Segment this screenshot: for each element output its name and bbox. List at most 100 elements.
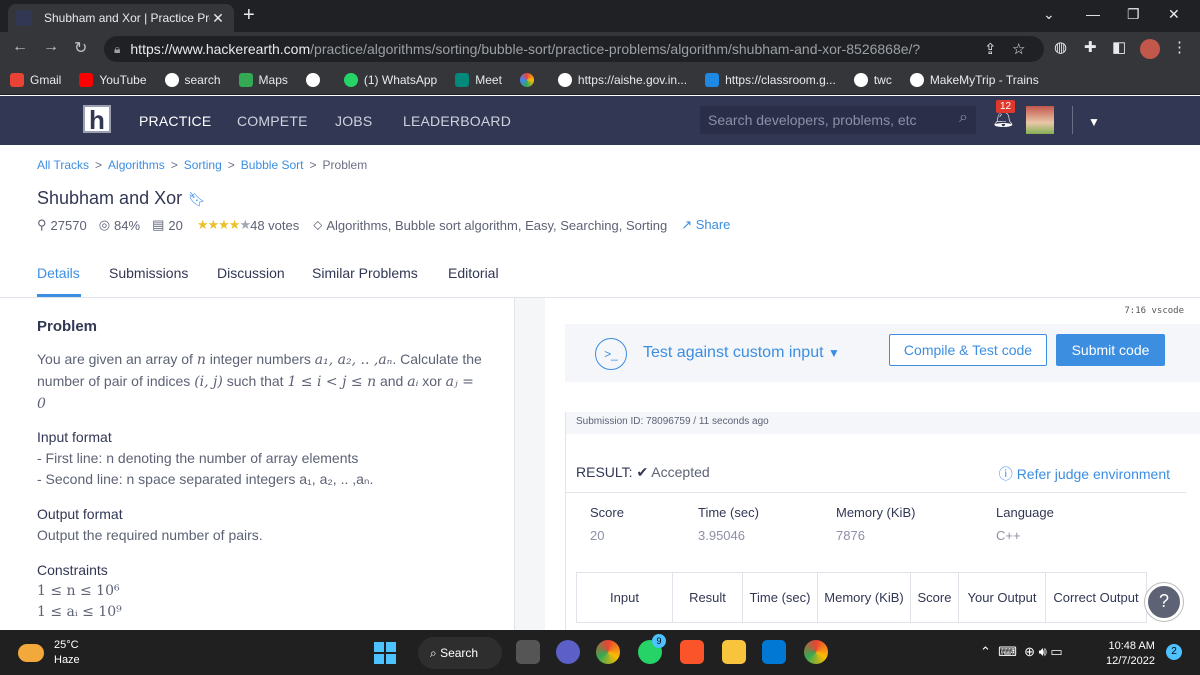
nav-leaderboard[interactable]: LEADERBOARD [403, 113, 511, 129]
rating-stars[interactable]: ★★★★★ [197, 217, 251, 233]
test-custom-input-toggle[interactable]: Test against custom input ▼ [643, 344, 840, 362]
user-avatar[interactable] [1026, 106, 1054, 134]
breadcrumb-algorithms[interactable]: Algorithms [108, 158, 165, 172]
col-result: Result [672, 572, 743, 623]
bookmark-meet[interactable]: Meet [455, 73, 502, 87]
stat-score: Score 20 [590, 505, 624, 543]
tray-icons[interactable]: ⌃ ⌨ ⊕ 🔊︎ ▭ [980, 644, 1063, 660]
col-score: Score [910, 572, 959, 623]
forward-arrow-icon[interactable]: → [43, 38, 59, 56]
users-icon: ⚲ [37, 217, 47, 232]
bookmark-classroom[interactable]: https://classroom.g... [705, 73, 836, 87]
submission-id-line: Submission ID: 78096759 / 11 seconds ago [566, 412, 1200, 434]
bookmark-icon[interactable]: 🔖︎ [188, 191, 206, 207]
bookmark-maps[interactable]: Maps [238, 73, 288, 87]
haze-sun-icon [18, 644, 44, 662]
side-panel-icon[interactable]: ◧ [1112, 38, 1126, 56]
restore-icon[interactable]: ❐ [1127, 6, 1140, 23]
extension-dot-icon[interactable]: ◍ [1054, 38, 1067, 56]
extensions-puzzle-icon[interactable]: ✚ [1084, 38, 1097, 56]
bookmark-label: twc [873, 73, 892, 87]
vscode-icon[interactable] [762, 640, 786, 664]
stat-language: Language C++ [996, 505, 1054, 543]
globe-icon [909, 73, 924, 87]
windows-start-icon[interactable] [374, 642, 396, 664]
submission-result-panel: Submission ID: 78096759 / 11 seconds ago… [565, 412, 1200, 630]
help-question-icon[interactable]: ? [1145, 583, 1183, 621]
site-search-input[interactable]: Search developers, problems, etc ⌕ [700, 106, 976, 134]
browser-tab[interactable]: Shubham and Xor | Practice Prob ✕ [8, 4, 234, 32]
tab-discussion[interactable]: Discussion [217, 265, 285, 281]
bookmark-youtube[interactable]: YouTube [79, 73, 147, 87]
bookmark-label: https://aishe.gov.in... [577, 73, 688, 87]
question-circle-icon: ⓘ [998, 466, 1013, 482]
breadcrumb-all-tracks[interactable]: All Tracks [37, 158, 89, 172]
terminal-icon[interactable]: >_ [595, 338, 627, 370]
breadcrumb-sorting[interactable]: Sorting [184, 158, 222, 172]
maps-pin-icon [238, 73, 253, 87]
close-tab-icon[interactable]: ✕ [210, 10, 226, 27]
constraint-n: 1 ≤ n ≤ 10⁶ [37, 583, 120, 599]
teams-chat-icon[interactable] [556, 640, 580, 664]
tab-details[interactable]: Details [37, 265, 80, 281]
minimize-icon[interactable]: — [1086, 6, 1100, 22]
weather-widget[interactable]: 25°C Haze [18, 638, 80, 668]
taskbar-search[interactable]: ⌕ Search [418, 637, 502, 669]
share-link[interactable]: ↗ Share [681, 217, 730, 233]
bookmark-makemytrip[interactable]: MakeMyTrip - Trains [909, 73, 1039, 87]
address-bar[interactable]: 🔒︎ https://www.hackerearth.com/practice/… [104, 36, 1044, 62]
photos-pinwheel-icon [519, 73, 534, 87]
globe-icon [305, 73, 320, 87]
hackerearth-logo[interactable]: h [83, 105, 111, 133]
submit-code-button[interactable]: Submit code [1056, 334, 1165, 366]
share-page-icon[interactable]: ⇪ [984, 40, 997, 58]
reload-icon[interactable]: ↻ [74, 38, 87, 58]
refer-judge-link[interactable]: ⓘ Refer judge environment [999, 464, 1170, 484]
nav-jobs[interactable]: JOBS [335, 113, 372, 129]
panel-divider[interactable] [515, 298, 545, 630]
file-explorer-icon[interactable] [722, 640, 746, 664]
tab-editorial[interactable]: Editorial [448, 265, 499, 281]
meet-icon [455, 73, 470, 87]
windows-taskbar: 25°C Haze ⌕ Search 9 ⌃ ⌨ ⊕ 🔊︎ ▭ 10:48 AM 1… [0, 630, 1200, 675]
col-time: Time (sec) [742, 572, 818, 623]
bookmark-aishe[interactable]: https://aishe.gov.in... [557, 73, 688, 87]
problem-heading: Problem [37, 318, 98, 335]
bookmark-star-icon[interactable]: ☆ [1012, 40, 1025, 58]
testcase-table: Input Result Time (sec) Memory (KiB) Sco… [576, 572, 1147, 623]
tab-search-chevron-icon[interactable]: ⌄ [1043, 6, 1055, 23]
nav-practice[interactable]: PRACTICE [139, 113, 211, 129]
chrome-icon[interactable] [596, 640, 620, 664]
clock-time: 10:48 AM [1108, 640, 1155, 652]
chrome-profile-icon[interactable] [804, 640, 828, 664]
search-icon[interactable]: ⌕ [959, 109, 968, 127]
stat-time: Time (sec) 3.95046 [698, 505, 759, 543]
task-view-icon[interactable] [516, 640, 540, 664]
notification-count-badge[interactable]: 2 [1166, 644, 1182, 660]
chevron-down-icon[interactable]: ▼ [1088, 115, 1100, 129]
brave-icon[interactable] [680, 640, 704, 664]
tab-submissions[interactable]: Submissions [109, 265, 188, 281]
bookmark-globe[interactable] [305, 73, 326, 87]
bookmark-search[interactable]: search [164, 73, 221, 87]
stat-value: 20 [590, 528, 605, 543]
bookmark-whatsapp[interactable]: (1) WhatsApp [343, 73, 437, 87]
close-window-icon[interactable]: ✕ [1168, 6, 1180, 23]
bookmark-gmail[interactable]: Gmail [10, 73, 61, 87]
system-clock[interactable]: 10:48 AM 12/7/2022 [1106, 639, 1155, 669]
bookmark-photos[interactable] [519, 73, 540, 87]
new-tab-button[interactable]: + [243, 4, 255, 27]
menu-kebab-icon[interactable]: ⋮ [1172, 38, 1187, 56]
compile-test-button[interactable]: Compile & Test code [889, 334, 1047, 366]
tab-similar-problems[interactable]: Similar Problems [312, 265, 418, 281]
submissions-count: 27570 [50, 217, 87, 233]
globe-icon [853, 73, 868, 87]
profile-avatar-icon[interactable] [1140, 39, 1160, 59]
bookmark-twc[interactable]: twc [853, 73, 892, 87]
back-arrow-icon[interactable]: ← [12, 38, 28, 56]
breadcrumb-bubble-sort[interactable]: Bubble Sort [241, 158, 304, 172]
success-icon: ◎ [98, 217, 111, 232]
votes-count: 48 votes [250, 217, 300, 233]
stat-memory: Memory (KiB) 7876 [836, 505, 915, 543]
nav-compete[interactable]: COMPETE [237, 113, 308, 129]
